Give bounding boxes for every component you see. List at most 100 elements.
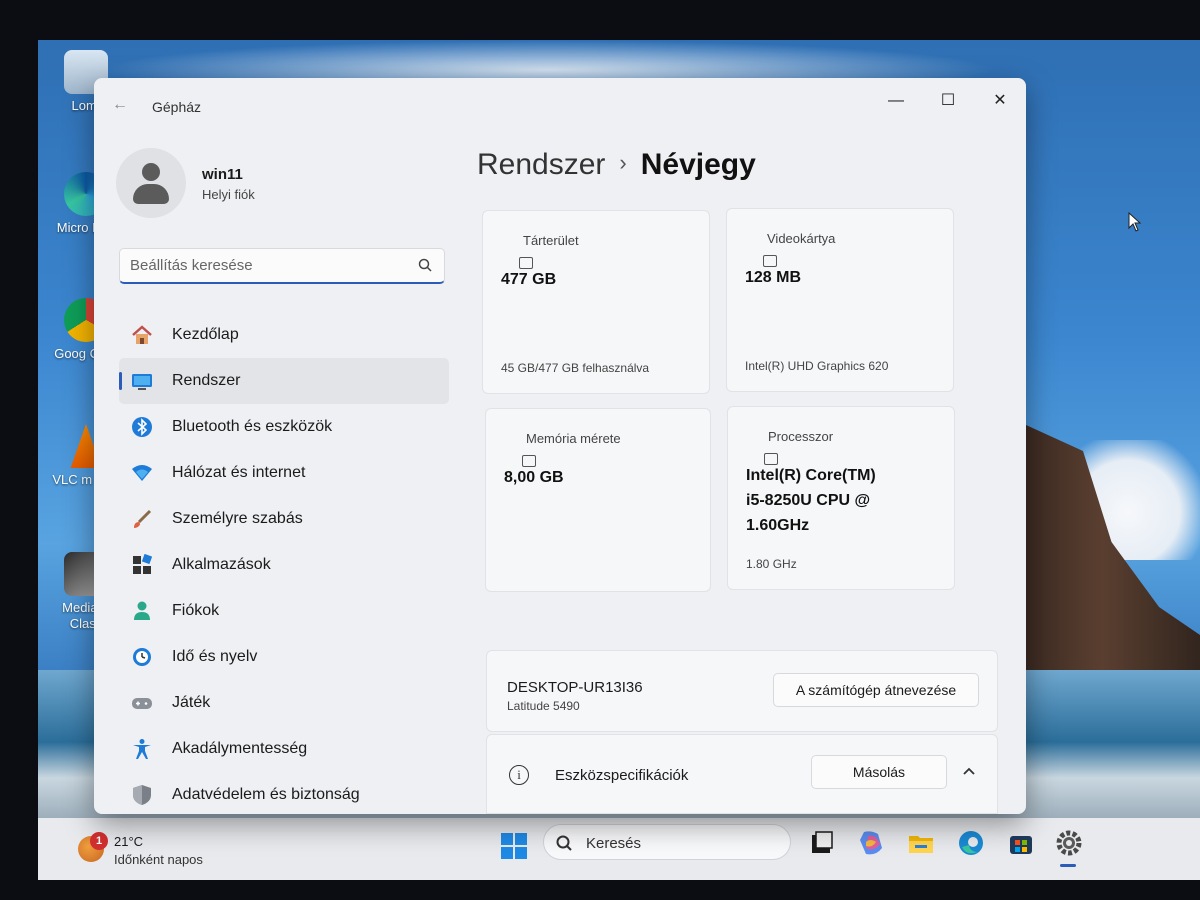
settings-search[interactable] xyxy=(119,248,445,284)
storage-card-title: Tárterület xyxy=(501,233,579,269)
avatar-head xyxy=(142,163,160,181)
sidebar-item-privacy[interactable]: Adatvédelem és biztonság xyxy=(119,772,449,814)
title-bar[interactable]: ← Gépház — ☐ ✕ xyxy=(94,78,1026,128)
account-type: Helyi fiók xyxy=(202,187,255,202)
breadcrumb-parent[interactable]: Rendszer xyxy=(477,148,605,181)
storage-value: 477 GB xyxy=(501,271,557,288)
sidebar-item-accessibility[interactable]: Akadálymentesség xyxy=(119,726,449,772)
gpu-card-title: Videokártya xyxy=(745,231,836,267)
sidebar-item-apps[interactable]: Alkalmazások xyxy=(119,542,449,588)
sidebar-item-label: Bluetooth és eszközök xyxy=(172,418,333,435)
user-name: win11 xyxy=(202,166,243,183)
file-explorer-icon[interactable] xyxy=(906,828,936,858)
taskbar: 1 21°C Időnként napos Keresés xyxy=(38,818,1200,880)
brush-icon xyxy=(134,509,152,528)
sidebar-item-label: Játék xyxy=(172,694,211,711)
sidebar-item-rendszer[interactable]: Rendszer xyxy=(119,358,449,404)
task-view-icon[interactable] xyxy=(806,828,836,858)
storage-usage: 45 GB/477 GB felhasználva xyxy=(501,361,650,375)
taskbar-search-label: Keresés xyxy=(586,835,642,852)
storage-card: Tárterület 477 GB 45 GB/477 GB felhaszná… xyxy=(482,210,710,394)
device-model: Latitude 5490 xyxy=(507,699,580,713)
breadcrumb: Rendszer › Névjegy xyxy=(477,148,756,182)
storage-title-text: Tárterület xyxy=(523,233,579,248)
info-icon: i xyxy=(509,765,529,785)
gpu-title-text: Videokártya xyxy=(767,231,836,246)
memory-value: 8,00 GB xyxy=(504,469,564,486)
cpu-value: Intel(R) Core(TM) i5-8250U CPU @ 1.60GHz xyxy=(746,463,876,538)
rename-pc-button[interactable]: A számítógép átnevezése xyxy=(773,673,979,707)
gpu-card: Videokártya 128 MB Intel(R) UHD Graphics… xyxy=(726,208,954,392)
active-app-indicator xyxy=(1060,864,1076,867)
mouse-cursor-icon xyxy=(1128,212,1142,232)
gpu-value: 128 MB xyxy=(745,269,802,286)
sidebar-item-label: Adatvédelem és biztonság xyxy=(172,786,360,803)
cpu-title-text: Processzor xyxy=(768,429,834,444)
apps-icon xyxy=(133,554,153,574)
settings-window: ← Gépház — ☐ ✕ win11 Helyi fiók Kezdőlap xyxy=(94,78,1026,814)
window-title: Gépház xyxy=(152,99,202,115)
cpu-card: Processzor Intel(R) Core(TM) i5-8250U CP… xyxy=(727,406,955,590)
sidebar-item-network[interactable]: Hálózat és internet xyxy=(119,450,449,496)
search-icon xyxy=(418,258,432,272)
store-icon[interactable] xyxy=(1006,828,1036,858)
avatar-body xyxy=(133,184,169,204)
cpu-value-line: i5-8250U CPU @ xyxy=(746,492,871,509)
start-button[interactable] xyxy=(500,832,528,860)
sidebar-item-label: Alkalmazások xyxy=(172,556,271,573)
search-input[interactable] xyxy=(130,257,410,274)
sidebar-item-bluetooth[interactable]: Bluetooth és eszközök xyxy=(119,404,449,450)
weather-description[interactable]: Időnként napos xyxy=(114,852,203,867)
sidebar-item-gaming[interactable]: Játék xyxy=(119,680,449,726)
copilot-icon[interactable] xyxy=(856,828,886,858)
breadcrumb-separator: › xyxy=(619,150,627,175)
device-specs-row[interactable]: i Eszközspecifikációk Másolás xyxy=(486,734,998,814)
sidebar-nav: Kezdőlap Rendszer Bluetooth és eszközök … xyxy=(119,312,449,814)
accessibility-icon xyxy=(133,739,151,759)
cpu-card-title: Processzor xyxy=(746,429,834,465)
person-icon xyxy=(134,601,150,620)
chevron-up-icon[interactable] xyxy=(961,763,977,779)
cpu-value-line: Intel(R) Core(TM) xyxy=(746,467,876,484)
weather-temperature[interactable]: 21°C xyxy=(114,834,143,849)
cpu-value-line: 1.60GHz xyxy=(746,517,810,534)
sidebar-item-label: Személyre szabás xyxy=(172,510,303,527)
search-icon xyxy=(556,835,572,851)
back-arrow-icon[interactable]: ← xyxy=(112,96,132,113)
notification-badge: 1 xyxy=(90,832,108,850)
maximize-button[interactable]: ☐ xyxy=(928,86,968,116)
minimize-button[interactable]: — xyxy=(876,86,916,116)
clock-globe-icon xyxy=(133,648,151,666)
memory-title-text: Memória mérete xyxy=(526,431,621,446)
taskbar-search[interactable]: Keresés xyxy=(543,824,791,860)
sidebar-item-personalization[interactable]: Személyre szabás xyxy=(119,496,449,542)
sidebar-item-label: Hálózat és internet xyxy=(172,464,306,481)
home-icon xyxy=(132,325,152,344)
copy-button[interactable]: Másolás xyxy=(811,755,947,789)
close-button[interactable]: ✕ xyxy=(980,86,1020,116)
monitor-icon xyxy=(132,374,152,390)
memory-card: Memória mérete 8,00 GB xyxy=(485,408,711,592)
device-name: DESKTOP-UR13I36 xyxy=(507,679,643,696)
settings-icon[interactable] xyxy=(1054,828,1084,858)
bluetooth-icon xyxy=(132,417,152,437)
shield-icon xyxy=(133,785,151,805)
sidebar-item-accounts[interactable]: Fiókok xyxy=(119,588,449,634)
cpu-speed: 1.80 GHz xyxy=(746,557,797,571)
gpu-model: Intel(R) UHD Graphics 620 xyxy=(745,359,889,373)
avatar[interactable] xyxy=(116,148,186,218)
sidebar-item-label: Akadálymentesség xyxy=(172,740,308,757)
sidebar-item-label: Idő és nyelv xyxy=(172,648,258,665)
sidebar-item-label: Rendszer xyxy=(172,372,241,389)
page-title: Névjegy xyxy=(640,148,756,181)
gamepad-icon xyxy=(132,698,152,709)
edge-icon[interactable] xyxy=(956,828,986,858)
sidebar-item-label: Kezdőlap xyxy=(172,326,239,343)
memory-card-title: Memória mérete xyxy=(504,431,621,467)
sidebar-item-kezdolap[interactable]: Kezdőlap xyxy=(119,312,449,358)
sidebar-item-label: Fiókok xyxy=(172,602,220,619)
wifi-icon xyxy=(132,465,152,481)
sidebar-item-time-language[interactable]: Idő és nyelv xyxy=(119,634,449,680)
device-name-row: DESKTOP-UR13I36 Latitude 5490 A számítóg… xyxy=(486,650,998,732)
device-specs-title: Eszközspecifikációk xyxy=(555,767,689,784)
